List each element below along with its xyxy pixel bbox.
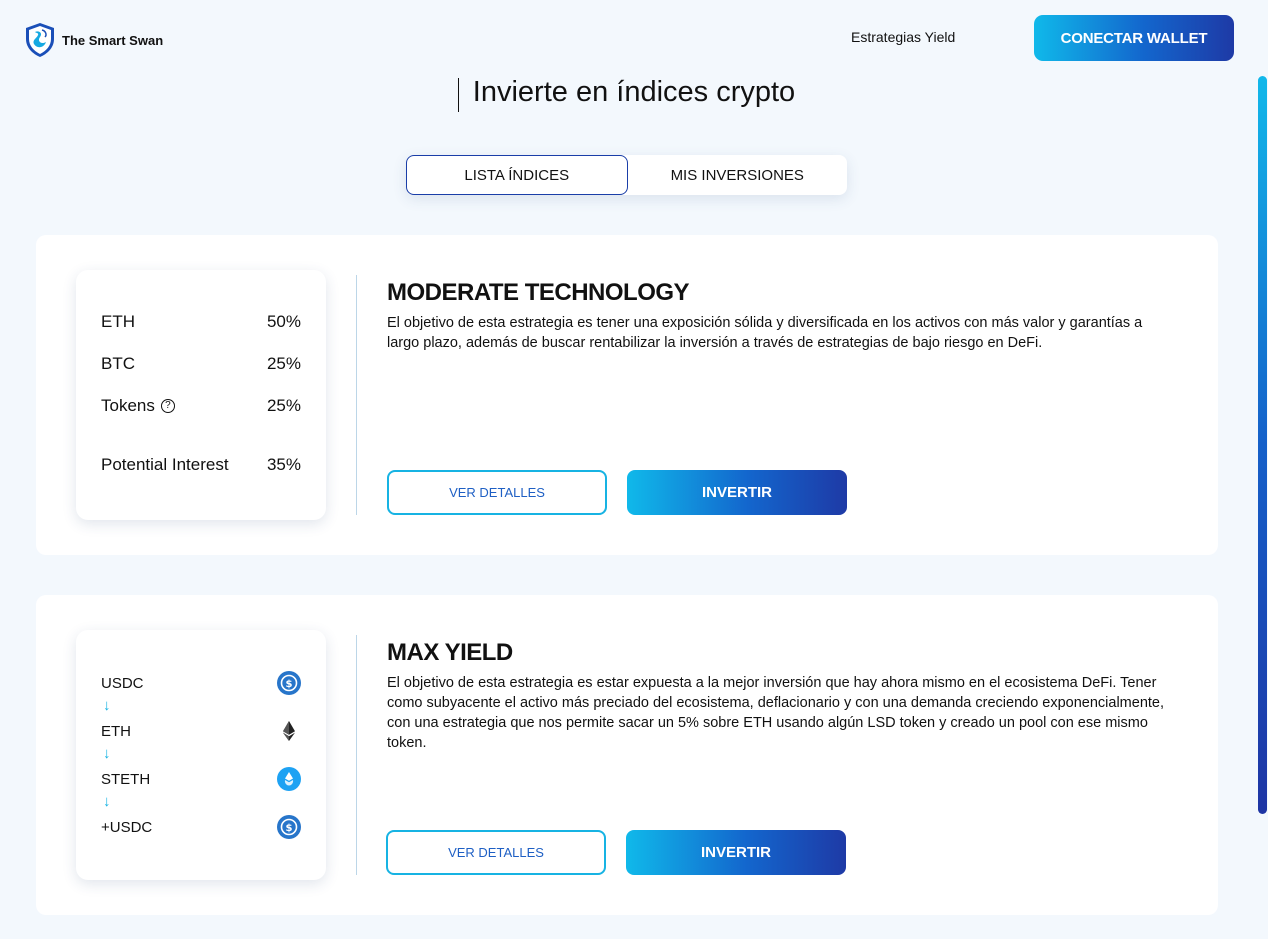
strategy-description: El objetivo de esta estrategia es estar … — [387, 675, 1165, 751]
strategy-title: MODERATE TECHNOLOGY — [387, 279, 690, 306]
strategy-card-max-yield: USDC $ ↓ ETH ↓ STETH ↓ +USDC $ MAX YIELD… — [36, 595, 1218, 915]
view-details-button[interactable]: VER DETALLES — [386, 830, 606, 875]
allocation-label: BTC — [101, 354, 135, 373]
allocation-row-tokens: Tokens ? 25% — [101, 396, 301, 416]
brand-logo[interactable]: The Smart Swan — [24, 22, 163, 58]
allocation-label: ETH — [101, 312, 135, 331]
usdc-icon: $ — [277, 671, 301, 695]
flow-row-usdc-return: +USDC $ — [101, 815, 301, 839]
nav-link-estrategias-yield[interactable]: Estrategias Yield — [851, 29, 955, 45]
allocation-value: 50% — [266, 312, 301, 331]
tab-lista-indices[interactable]: LISTA ÍNDICES — [406, 155, 628, 195]
swan-logo-icon — [26, 23, 54, 57]
view-details-button[interactable]: VER DETALLES — [387, 470, 607, 515]
allocation-panel: ETH 50% BTC 25% Tokens ? 25% Potential I… — [76, 270, 326, 520]
eth-icon — [283, 721, 295, 741]
strategy-card-moderate-technology: ETH 50% BTC 25% Tokens ? 25% Potential I… — [36, 235, 1218, 555]
flow-label: USDC — [101, 674, 144, 692]
scrollbar-thumb[interactable] — [1258, 76, 1267, 814]
svg-text:$: $ — [286, 679, 293, 690]
connect-wallet-button[interactable]: CONECTAR WALLET — [1034, 15, 1234, 61]
page-title: Invierte en índices crypto — [472, 76, 796, 108]
allocation-label-wrap: Tokens ? — [101, 396, 175, 416]
allocation-value: 25% — [266, 396, 301, 415]
flow-panel: USDC $ ↓ ETH ↓ STETH ↓ +USDC $ — [76, 630, 326, 880]
tab-bar: LISTA ÍNDICES MIS INVERSIONES — [406, 155, 847, 195]
flow-arrow: ↓ — [103, 745, 111, 762]
steth-icon — [277, 767, 301, 791]
help-icon[interactable]: ? — [160, 399, 175, 413]
allocation-value: 25% — [266, 354, 301, 373]
allocation-label: Tokens — [101, 396, 155, 415]
svg-text:$: $ — [286, 823, 293, 834]
brand-name: The Smart Swan — [62, 32, 164, 48]
allocation-row-btc: BTC 25% — [101, 354, 301, 374]
allocation-label: Potential Interest — [101, 455, 229, 474]
flow-row-eth: ETH — [101, 719, 301, 743]
strategy-description: El objetivo de esta estrategia es tener … — [387, 315, 1143, 351]
flow-label: STETH — [101, 770, 151, 788]
flow-arrow: ↓ — [103, 793, 111, 810]
usdc-icon: $ — [277, 815, 301, 839]
allocation-row-potential-interest: Potential Interest 35% — [101, 455, 301, 475]
invest-button[interactable]: INVERTIR — [627, 470, 847, 515]
allocation-value: 35% — [266, 455, 301, 474]
allocation-row-eth: ETH 50% — [101, 312, 301, 332]
divider — [356, 275, 357, 515]
flow-arrow: ↓ — [103, 697, 111, 714]
flow-row-usdc: USDC $ — [101, 671, 301, 695]
flow-row-steth: STETH — [101, 767, 301, 791]
flow-label: ETH — [101, 722, 131, 740]
tab-mis-inversiones[interactable]: MIS INVERSIONES — [628, 155, 848, 195]
strategy-title: MAX YIELD — [387, 639, 513, 666]
divider — [356, 635, 357, 875]
flow-label: +USDC — [101, 818, 153, 836]
invest-button[interactable]: INVERTIR — [626, 830, 846, 875]
